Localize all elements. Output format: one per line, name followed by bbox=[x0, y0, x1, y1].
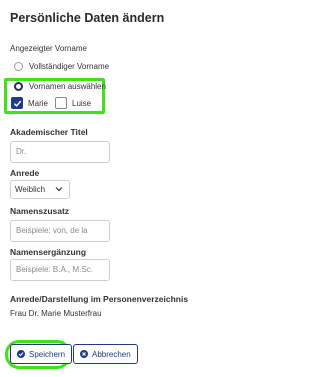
checkbox-luise[interactable]: Luise bbox=[55, 97, 91, 109]
save-button-label: Speichern bbox=[29, 349, 66, 359]
radio-choose-first-names[interactable]: Vornamen auswählen bbox=[14, 82, 106, 91]
checkmark-icon bbox=[13, 100, 21, 107]
displayed-first-name-label: Angezeigter Vorname bbox=[10, 44, 87, 53]
radio-full-first-name-label: Vollständiger Vorname bbox=[29, 62, 110, 71]
radio-choose-first-names-label: Vornamen auswählen bbox=[29, 82, 106, 91]
salutation-select[interactable]: Weiblich bbox=[10, 180, 70, 199]
chevron-down-icon bbox=[55, 187, 63, 192]
radio-full-first-name[interactable]: Vollständiger Vorname bbox=[14, 62, 109, 71]
checkbox-checked-icon[interactable] bbox=[11, 97, 23, 109]
salutation-value: Weiblich bbox=[15, 185, 46, 194]
close-circle-icon bbox=[80, 350, 88, 358]
checkbox-marie[interactable]: Marie bbox=[11, 97, 48, 109]
name-addition-label: Namenszusatz bbox=[10, 206, 70, 216]
salutation-label: Anrede bbox=[10, 168, 40, 178]
save-button[interactable]: Speichern bbox=[10, 344, 73, 364]
checkbox-luise-label: Luise bbox=[72, 98, 92, 108]
directory-display-value: Frau Dr. Marie Musterfrau bbox=[10, 309, 102, 318]
radio-button-selected-icon[interactable] bbox=[14, 82, 23, 91]
cancel-button-label: Abbrechen bbox=[92, 349, 131, 359]
checkbox-unchecked-icon[interactable] bbox=[55, 97, 67, 109]
radio-button-icon[interactable] bbox=[14, 62, 23, 71]
checkbox-marie-label: Marie bbox=[28, 98, 49, 108]
name-suffix-input[interactable]: Beispiele: B.A., M.Sc. bbox=[10, 259, 110, 281]
academic-title-label: Akademischer Titel bbox=[10, 127, 88, 137]
check-circle-icon bbox=[17, 350, 25, 358]
name-suffix-label: Namensergänzung bbox=[10, 247, 87, 257]
cancel-button[interactable]: Abbrechen bbox=[73, 344, 138, 364]
page-title: Persönliche Daten ändern bbox=[10, 11, 165, 25]
directory-display-label: Anrede/Darstellung im Personenverzeichni… bbox=[10, 294, 189, 304]
name-addition-input[interactable]: Beispiele: von, de la bbox=[10, 220, 110, 242]
academic-title-input[interactable]: Dr. bbox=[10, 141, 110, 163]
